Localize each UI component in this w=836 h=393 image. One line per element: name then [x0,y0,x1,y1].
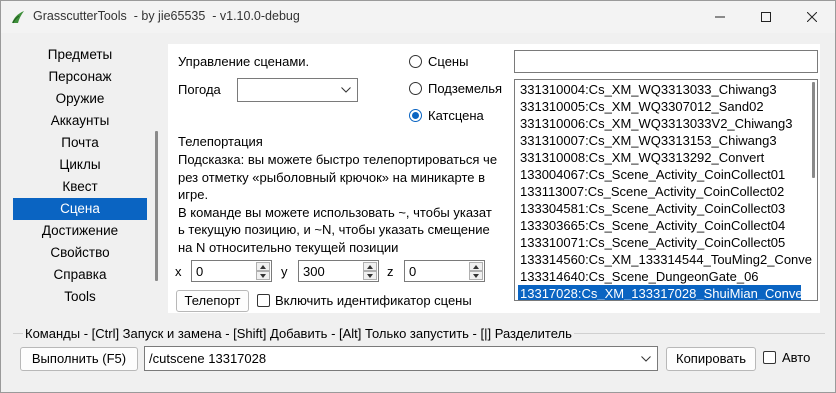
execute-button[interactable]: Выполнить (F5) [20,347,138,371]
x-stepper-buttons [256,262,270,280]
sidebar-item-quest[interactable]: Квест [13,176,147,198]
chevron-up-icon [367,264,373,269]
list-item[interactable]: 133304581:Cs_Scene_Activity_CoinCollect0… [518,200,787,217]
minimize-icon [715,16,725,18]
app-window: GrasscutterTools - by jie65535 - v1.10.0… [0,0,836,393]
y-increment-button[interactable] [363,262,377,271]
z-increment-button[interactable] [469,262,483,271]
y-label: y [281,264,288,279]
list-item[interactable]: 133310071:Cs_Scene_Activity_CoinCollect0… [518,234,787,251]
sidebar-item-avatar[interactable]: Персонаж [13,66,147,88]
radio-dungeons[interactable] [409,82,422,95]
sidebar-item-mail[interactable]: Почта [13,132,147,154]
z-stepper[interactable]: 0 [404,260,485,282]
scene-filter-input[interactable] [514,50,818,73]
radio-scenes-label: Сцены [428,54,469,69]
weather-label: Погода [178,82,221,97]
sidebar-item-items[interactable]: Предметы [13,44,147,66]
list-item[interactable]: 133303665:Cs_Scene_Activity_CoinCollect0… [518,217,787,234]
list-item[interactable]: 133004067:Cs_Scene_Activity_CoinCollect0… [518,166,787,183]
close-icon [807,12,817,22]
z-stepper-buttons [469,262,483,280]
radio-dungeons-label: Подземелья [428,81,503,96]
y-stepper[interactable]: 300 [298,260,379,282]
chevron-up-icon [260,264,266,269]
x-label: x [175,264,182,279]
sidebar-item-property[interactable]: Свойство [13,242,147,264]
z-label: z [387,264,394,279]
teleport-heading: Телепортация [178,134,263,149]
weather-dropdown[interactable] [237,78,358,102]
close-button[interactable] [789,1,835,33]
sidebar-item-accounts[interactable]: Аккаунты [13,110,147,132]
grass-app-icon [12,11,24,24]
chevron-down-icon [341,87,351,93]
command-group-label: Команды - [Ctrl] Запуск и замена - [Shif… [23,326,574,341]
y-decrement-button[interactable] [363,271,377,280]
maximize-icon [761,12,771,22]
command-value: /cutscene 13317028 [149,351,267,366]
window-title: GrasscutterTools - by jie65535 - v1.10.0… [33,9,300,23]
chevron-down-icon [367,273,373,278]
copy-button[interactable]: Копировать [666,347,756,371]
radio-scenes[interactable] [409,55,422,68]
maximize-button[interactable] [743,1,789,33]
enable-scene-id-checkbox[interactable] [257,294,270,307]
enable-scene-id-label: Включить идентификатор сцены [275,293,472,308]
sidebar-item-loops[interactable]: Циклы [13,154,147,176]
x-decrement-button[interactable] [256,271,270,280]
chevron-down-icon [260,273,266,278]
y-stepper-buttons [363,262,377,280]
z-decrement-button[interactable] [469,271,483,280]
list-item[interactable]: 331310004:Cs_XM_WQ3313033_Chiwang3 [518,81,779,98]
command-input[interactable]: /cutscene 13317028 [144,346,658,371]
sidebar-item-scene[interactable]: Сцена [13,198,147,220]
sidebar-scrollbar[interactable] [155,131,158,281]
cutscene-list[interactable]: 331310004:Cs_XM_WQ3313033_Chiwang3 33131… [514,79,818,301]
teleport-button[interactable]: Телепорт [176,290,249,312]
chevron-up-icon [473,264,479,269]
x-stepper[interactable]: 0 [191,260,272,282]
scene-heading: Управление сценами. [178,54,310,69]
list-scrollbar[interactable] [812,82,815,178]
sidebar-item-weapon[interactable]: Оружие [13,88,147,110]
x-increment-button[interactable] [256,262,270,271]
teleport-hint: Подсказка: вы можете быстро телепортиров… [178,152,498,255]
title-bar[interactable]: GrasscutterTools - by jie65535 - v1.10.0… [1,1,835,33]
auto-label: Авто [782,350,811,365]
list-item[interactable]: 133113007:Cs_Scene_Activity_CoinCollect0… [518,183,786,200]
sidebar-item-tools[interactable]: Tools [13,286,147,308]
sidebar-nav: Предметы Персонаж Оружие Аккаунты Почта … [13,44,159,309]
list-item[interactable]: 331310007:Cs_XM_WQ3313153_Chiwang3 [518,132,779,149]
radio-cutscene-label: Катсцена [428,108,484,123]
minimize-button[interactable] [697,1,743,33]
sidebar-item-help[interactable]: Справка [13,264,147,286]
z-value: 0 [409,264,417,279]
list-item[interactable]: 133314560:Cs_XM_133314544_TouMing2_Conve [518,251,814,268]
radio-cutscene[interactable] [409,109,422,122]
chevron-down-icon [473,273,479,278]
list-item[interactable]: 331310006:Cs_XM_WQ3313033V2_Chiwang3 [518,115,794,132]
sidebar-item-achievement[interactable]: Достижение [13,220,147,242]
chevron-down-icon [641,355,651,362]
list-item[interactable]: 331310008:Cs_XM_WQ3313292_Convert [518,149,766,166]
list-item-selected[interactable]: 13317028:Cs_XM_133317028_ShuiMian_Conver… [518,285,811,300]
x-value: 0 [196,264,204,279]
list-item[interactable]: 331310005:Cs_XM_WQ3307012_Sand02 [518,98,766,115]
auto-checkbox[interactable] [763,351,776,364]
y-value: 300 [303,264,325,279]
list-item[interactable]: 133314640:Cs_Scene_DungeonGate_06 [518,268,761,285]
